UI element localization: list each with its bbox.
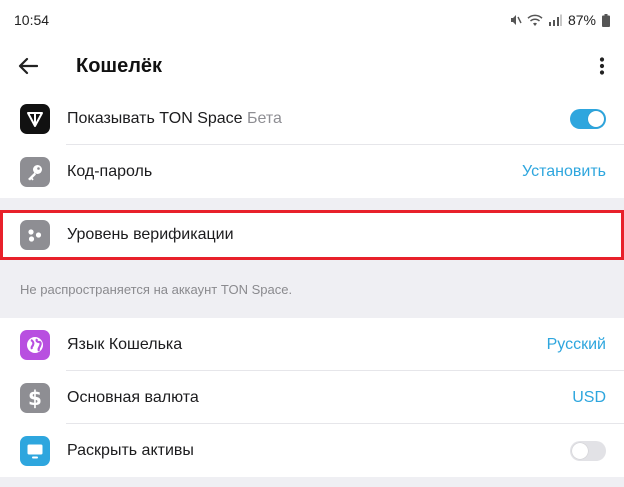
- globe-icon: [20, 329, 50, 360]
- wifi-icon: [527, 14, 543, 26]
- status-right: 87%: [508, 12, 610, 28]
- passcode-label: Код-пароль: [67, 162, 153, 180]
- battery-percent: 87%: [567, 12, 596, 28]
- verification-level-row[interactable]: Уровень верификации: [0, 210, 624, 260]
- verification-icon: [20, 220, 50, 250]
- status-bar: 10:54 87%: [0, 0, 624, 40]
- more-vertical-icon: [599, 57, 605, 75]
- language-row[interactable]: Язык Кошелька Русский: [0, 318, 624, 371]
- passcode-set-link[interactable]: Установить: [522, 163, 606, 181]
- currency-label: Основная валюта: [67, 388, 199, 406]
- ton-space-toggle[interactable]: [570, 108, 606, 129]
- app-header: Кошелёк: [0, 40, 624, 92]
- status-time: 10:54: [14, 12, 50, 28]
- settings-group-wallet: Язык Кошелька Русский $ Основная валюта …: [0, 318, 624, 477]
- page-title: Кошелёк: [76, 54, 163, 77]
- reveal-assets-label: Раскрыть активы: [67, 441, 194, 459]
- arrow-left-icon: [18, 57, 38, 75]
- currency-row[interactable]: $ Основная валюта USD: [0, 371, 624, 424]
- verification-label: Уровень верификации: [67, 226, 234, 243]
- toggle-knob: [572, 442, 588, 459]
- beta-badge: Бета: [247, 109, 282, 127]
- toggle-knob: [588, 110, 604, 127]
- ton-icon: [20, 103, 50, 134]
- language-label: Язык Кошелька: [67, 335, 183, 353]
- monitor-icon: [20, 435, 50, 466]
- ton-space-label: Показывать TON Space Бета: [67, 109, 282, 127]
- mute-icon: [510, 15, 522, 25]
- verification-note: Не распространяется на аккаунт TON Space…: [20, 281, 293, 297]
- status-icons: [508, 13, 562, 27]
- back-button[interactable]: [14, 52, 42, 80]
- ton-space-row[interactable]: Показывать TON Space Бета: [0, 92, 624, 145]
- passcode-row[interactable]: Код-пароль Установить: [0, 145, 624, 198]
- settings-group-security: Показывать TON Space Бета Код-пароль Уст…: [0, 92, 624, 198]
- dollar-icon: $: [20, 382, 50, 413]
- signal-icon: [548, 14, 562, 26]
- language-value[interactable]: Русский: [547, 336, 606, 354]
- currency-value[interactable]: USD: [572, 389, 606, 407]
- key-icon: [20, 156, 50, 187]
- more-menu-button[interactable]: [594, 52, 610, 80]
- battery-icon: [602, 13, 610, 27]
- reveal-assets-row[interactable]: Раскрыть активы: [0, 424, 624, 477]
- reveal-assets-toggle[interactable]: [570, 440, 606, 461]
